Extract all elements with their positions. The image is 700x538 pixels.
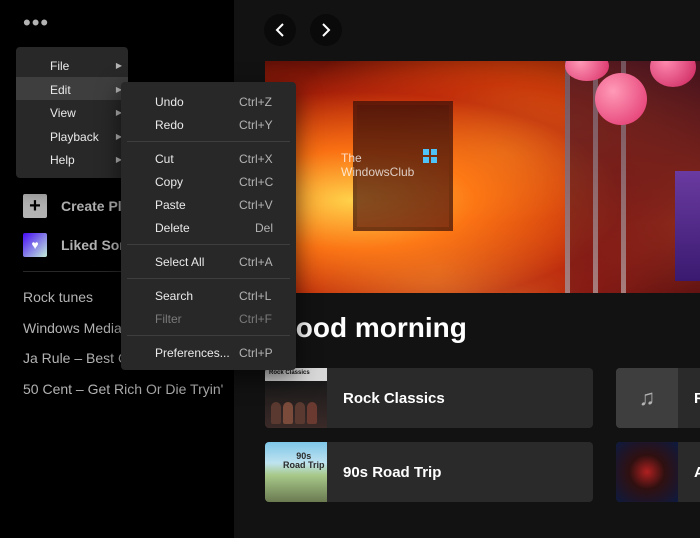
menu-separator bbox=[127, 335, 290, 336]
playlist-cover: 90s Road Trip bbox=[265, 442, 327, 502]
menu-item-copy[interactable]: Copy bbox=[155, 175, 183, 189]
playlist-cover: Rock Classics bbox=[265, 368, 327, 428]
playlist-card-a[interactable]: A bbox=[616, 442, 700, 502]
shortcut-filter: Ctrl+F bbox=[239, 312, 272, 326]
menu-item-edit[interactable]: Edit bbox=[50, 83, 71, 97]
shortcut-cut: Ctrl+X bbox=[239, 152, 273, 166]
music-note-icon: ♫ bbox=[616, 368, 678, 428]
menu-item-preferences[interactable]: Preferences... bbox=[155, 346, 230, 360]
menu-separator bbox=[127, 141, 290, 142]
menu-separator bbox=[127, 278, 290, 279]
playlist-title: Rock Classics bbox=[343, 389, 445, 407]
plus-icon: + bbox=[23, 194, 47, 218]
hero-banner-image[interactable]: The WindowsClub bbox=[265, 61, 700, 293]
shortcut-undo: Ctrl+Z bbox=[239, 95, 272, 109]
menu-item-undo[interactable]: Undo bbox=[155, 95, 184, 109]
menu-item-help[interactable]: Help bbox=[50, 153, 75, 167]
balloon-shape bbox=[595, 73, 647, 125]
menu-item-delete[interactable]: Delete bbox=[155, 221, 190, 235]
back-button[interactable] bbox=[264, 14, 296, 46]
menu-item-cut[interactable]: Cut bbox=[155, 152, 174, 166]
page-greeting: Good morning bbox=[274, 312, 467, 343]
menu-separator bbox=[127, 244, 290, 245]
more-horizontal-icon[interactable]: ••• bbox=[23, 12, 49, 34]
menu-item-playback[interactable]: Playback bbox=[50, 130, 99, 144]
chevron-right-icon: ▶ bbox=[115, 61, 122, 70]
menu-item-edit-highlight[interactable] bbox=[16, 77, 128, 100]
shortcut-select-all: Ctrl+A bbox=[239, 255, 273, 269]
chevron-left-icon bbox=[275, 23, 284, 37]
forward-button[interactable] bbox=[310, 14, 342, 46]
sidebar-playlist-item[interactable]: Ja Rule – Best Of bbox=[23, 350, 133, 366]
menu-item-search[interactable]: Search bbox=[155, 289, 193, 303]
shortcut-copy: Ctrl+C bbox=[239, 175, 274, 189]
heart-icon: ♥ bbox=[23, 233, 47, 257]
playlist-card-rock-classics[interactable]: Rock Classics Rock Classics bbox=[265, 368, 593, 428]
edit-submenu: Undo Ctrl+Z Redo Ctrl+Y Cut Ctrl+X Copy … bbox=[121, 82, 296, 370]
sidebar-playlist-item[interactable]: 50 Cent – Get Rich Or Die Tryin' bbox=[23, 381, 223, 397]
playlist-title: R bbox=[694, 389, 700, 407]
menu-item-select-all[interactable]: Select All bbox=[155, 255, 204, 269]
playlist-title: 90s Road Trip bbox=[343, 463, 442, 481]
menu-item-filter: Filter bbox=[155, 312, 182, 326]
shortcut-delete: Del bbox=[255, 221, 274, 235]
playlist-cover bbox=[616, 442, 678, 502]
menu-item-file[interactable]: File bbox=[50, 59, 69, 73]
shortcut-paste: Ctrl+V bbox=[239, 198, 273, 212]
banner-figure bbox=[675, 171, 700, 281]
menu-item-view[interactable]: View bbox=[50, 106, 76, 120]
playlist-title: A bbox=[694, 463, 700, 481]
playlist-card-r[interactable]: ♫ R bbox=[616, 368, 700, 428]
shortcut-search: Ctrl+L bbox=[239, 289, 272, 303]
menu-item-redo[interactable]: Redo bbox=[155, 118, 184, 132]
shortcut-redo: Ctrl+Y bbox=[239, 118, 273, 132]
windows-logo-icon bbox=[423, 149, 437, 163]
watermark-text: The WindowsClub bbox=[341, 151, 415, 179]
main-menu: File ▶ Edit ▶ View ▶ Playback ▶ Help ▶ bbox=[16, 47, 128, 178]
main-content: The WindowsClub Good morning Rock Classi… bbox=[234, 0, 700, 538]
playlist-card-90s-road-trip[interactable]: 90s Road Trip 90s Road Trip bbox=[265, 442, 593, 502]
shortcut-preferences: Ctrl+P bbox=[239, 346, 273, 360]
chevron-right-icon bbox=[322, 23, 331, 37]
menu-item-paste[interactable]: Paste bbox=[155, 198, 186, 212]
sidebar-playlist-item[interactable]: Rock tunes bbox=[23, 289, 93, 305]
